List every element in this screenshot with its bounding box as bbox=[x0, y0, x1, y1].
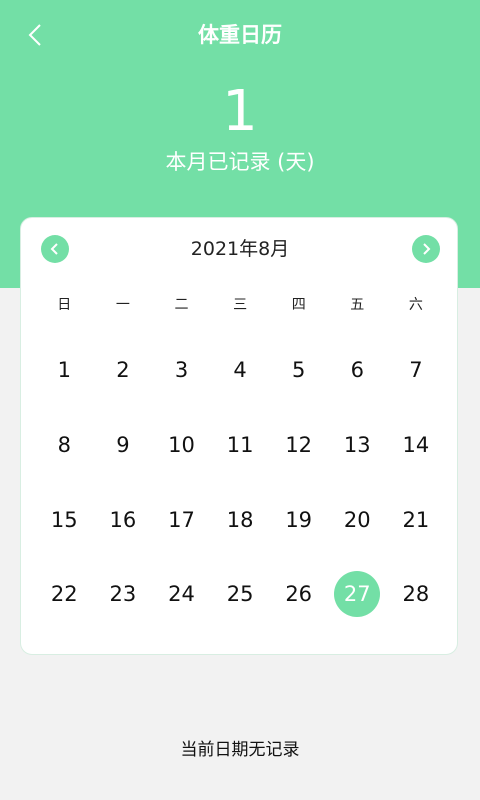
day-cell[interactable]: 28 bbox=[393, 571, 439, 617]
day-cell[interactable]: 22 bbox=[41, 571, 87, 617]
day-cell[interactable]: 24 bbox=[159, 571, 205, 617]
day-cell[interactable]: 6 bbox=[334, 347, 380, 393]
weekday-label: 一 bbox=[115, 297, 130, 313]
day-cell[interactable]: 7 bbox=[393, 347, 439, 393]
day-cell[interactable]: 13 bbox=[334, 422, 380, 468]
day-cell[interactable]: 19 bbox=[276, 497, 322, 543]
day-cell[interactable]: 16 bbox=[100, 497, 146, 543]
record-count-label: 本月已记录 (天) bbox=[165, 150, 315, 174]
weekday-label: 日 bbox=[57, 297, 72, 313]
day-cell[interactable]: 18 bbox=[217, 497, 263, 543]
day-cell[interactable]: 2 bbox=[100, 347, 146, 393]
day-cell[interactable]: 3 bbox=[159, 347, 205, 393]
weekday-header: 日一二三四五六 bbox=[21, 294, 459, 316]
next-month-button[interactable] bbox=[412, 235, 440, 263]
calendar-card: 2021年8月 日一二三四五六 1 2 3 4 5 6 7 8 9 10 11 12 13 14 15 16 1… bbox=[20, 217, 458, 655]
day-cell[interactable]: 12 bbox=[276, 422, 322, 468]
day-cell[interactable]: 4 bbox=[217, 347, 263, 393]
day-cell[interactable]: 9 bbox=[100, 422, 146, 468]
day-cell[interactable]: 17 bbox=[159, 497, 205, 543]
chevron-right-icon bbox=[423, 243, 431, 255]
day-cell[interactable]: 1 bbox=[41, 347, 87, 393]
day-cell[interactable]: 5 bbox=[276, 347, 322, 393]
weekday-label: 三 bbox=[233, 297, 248, 313]
status-text: 当前日期无记录 bbox=[180, 740, 300, 760]
weekday-label: 二 bbox=[174, 297, 189, 313]
weekday-label: 五 bbox=[350, 297, 365, 313]
day-cell[interactable]: 14 bbox=[393, 422, 439, 468]
day-cell[interactable]: 26 bbox=[276, 571, 322, 617]
day-cell[interactable]: 11 bbox=[217, 422, 263, 468]
weekday-label: 六 bbox=[408, 297, 423, 313]
weight-calendar-page: 体重日历 1 本月已记录 (天) 2021年8月 日一二三四五六 1234567… bbox=[0, 0, 480, 800]
day-cell[interactable]: 25 bbox=[217, 571, 263, 617]
day-cell[interactable]: 8 bbox=[41, 422, 87, 468]
day-cell[interactable]: 23 bbox=[100, 571, 146, 617]
day-cell[interactable]: 15 bbox=[41, 497, 87, 543]
day-cell[interactable]: 20 bbox=[334, 497, 380, 543]
month-title: 2021年8月 bbox=[190, 238, 290, 260]
record-count: 1 bbox=[222, 79, 258, 144]
page-title: 体重日历 bbox=[198, 23, 282, 47]
day-cell[interactable]: 21 bbox=[393, 497, 439, 543]
weekday-label: 四 bbox=[291, 297, 306, 313]
day-cell-selected[interactable]: 27 bbox=[334, 571, 381, 617]
day-cell[interactable]: 10 bbox=[159, 422, 205, 468]
